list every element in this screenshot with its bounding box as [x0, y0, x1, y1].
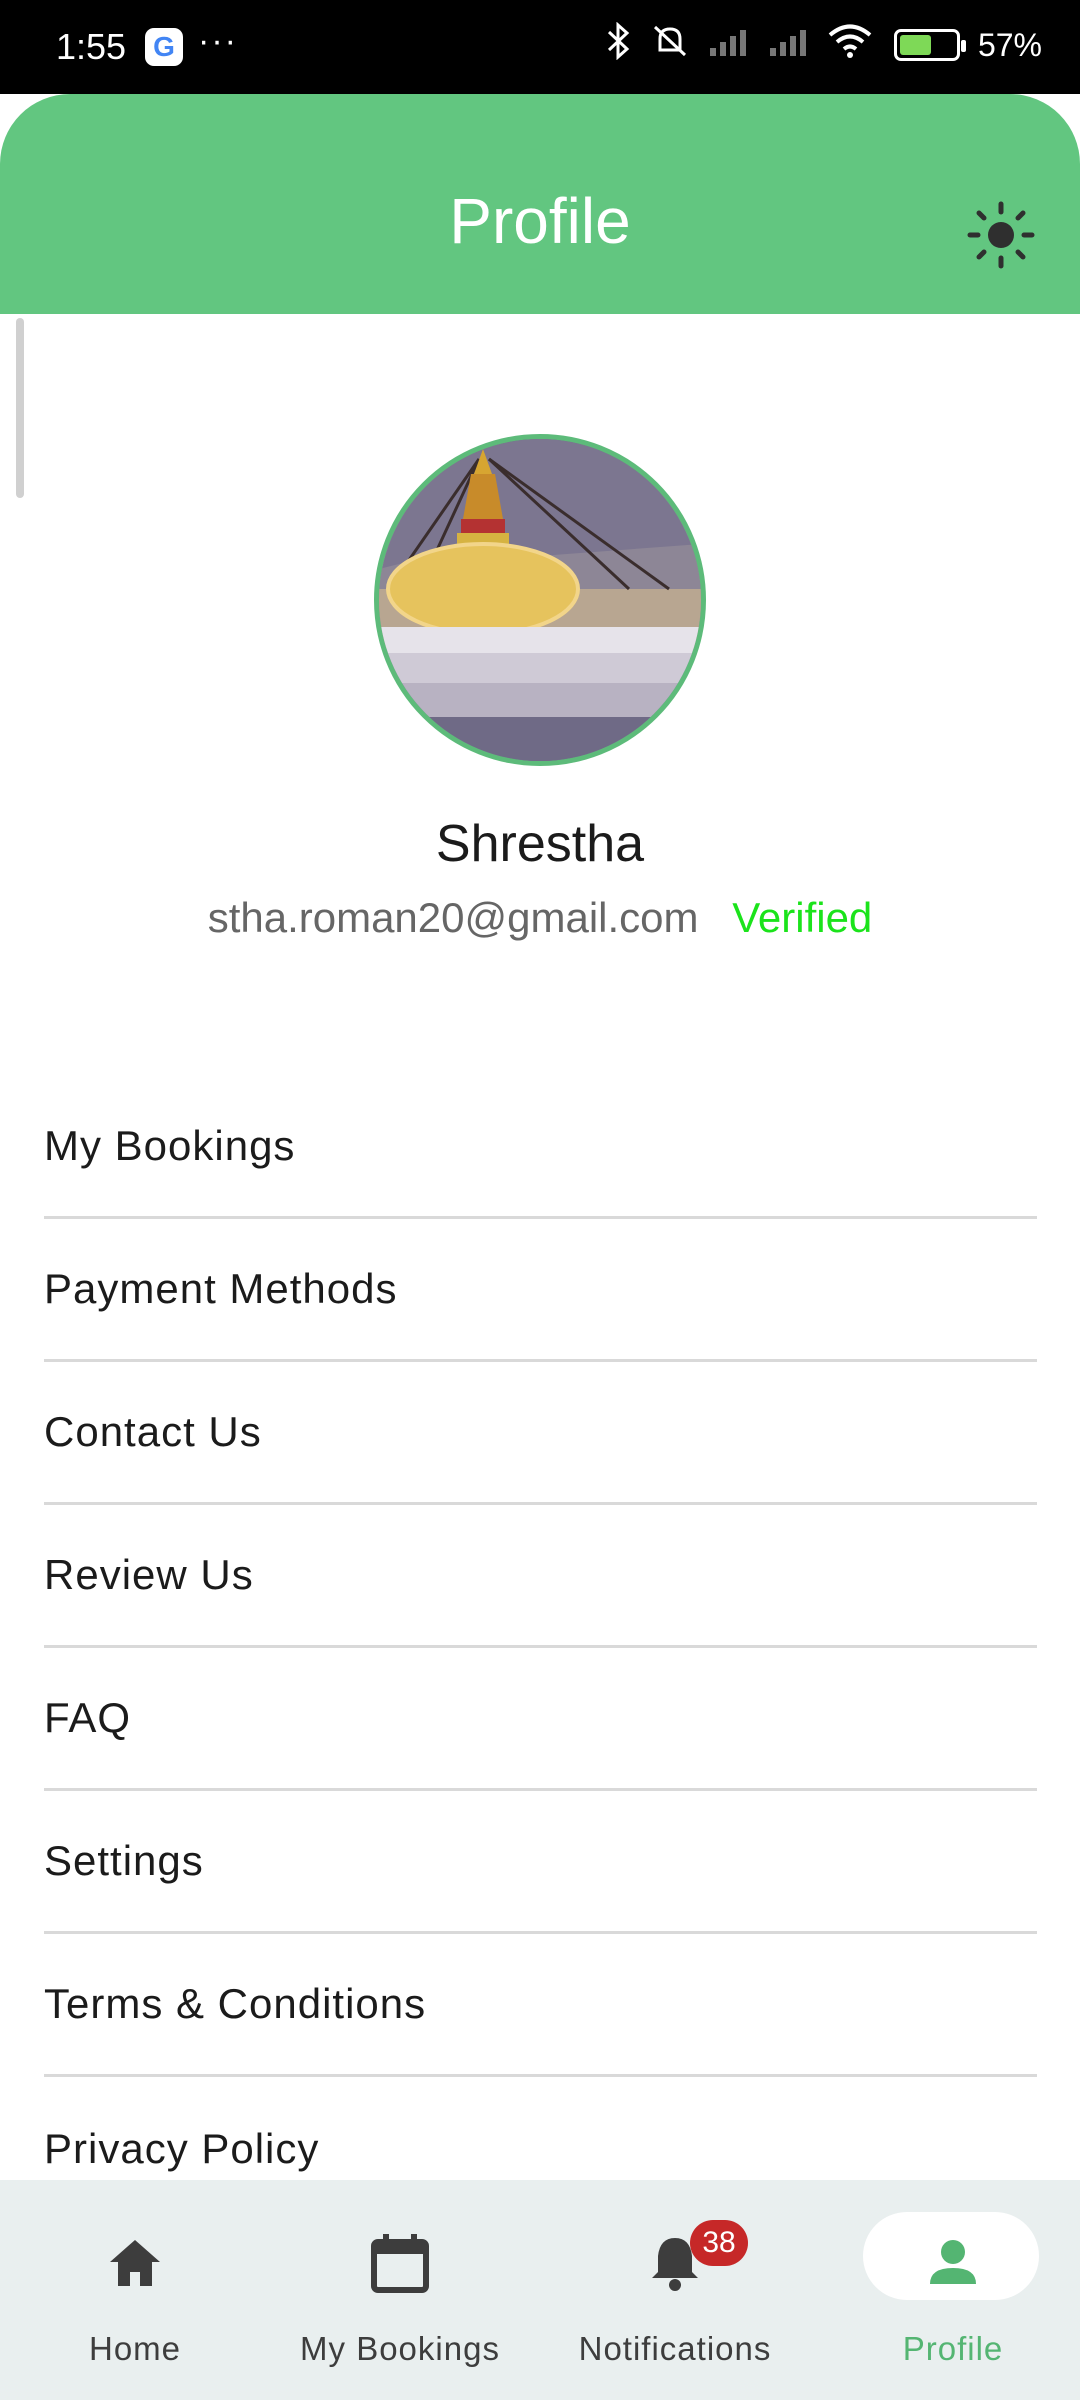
signal-icon-2	[768, 26, 810, 64]
bottom-navigation: Home My Bookings 38 Notifications Profil…	[0, 2180, 1080, 2400]
nav-home[interactable]: Home	[0, 2180, 270, 2400]
profile-content[interactable]: Shrestha stha.roman20@gmail.com Verified…	[0, 314, 1080, 2180]
battery-icon	[893, 29, 966, 61]
status-bar: 1:55 G ··· 57%	[0, 0, 1080, 94]
wifi-icon	[828, 24, 872, 66]
silent-bell-icon	[650, 22, 690, 68]
calendar-icon	[365, 2228, 435, 2298]
nav-profile[interactable]: Profile	[818, 2180, 1080, 2400]
profile-menu: My Bookings Payment Methods Contact Us R…	[44, 1076, 1037, 2180]
email-row: stha.roman20@gmail.com Verified	[0, 894, 1080, 942]
nav-home-label: Home	[88, 2330, 182, 2367]
app-header: Profile	[0, 94, 1080, 314]
avatar[interactable]	[374, 434, 706, 766]
battery-level	[899, 35, 931, 55]
menu-item-faq[interactable]: FAQ	[44, 1648, 1037, 1791]
menu-item-privacy-policy[interactable]: Privacy Policy	[44, 2077, 1037, 2180]
more-notifications-icon: ···	[198, 22, 238, 60]
bluetooth-icon	[606, 21, 632, 68]
menu-item-my-bookings[interactable]: My Bookings	[44, 1076, 1037, 1219]
menu-item-terms[interactable]: Terms & Conditions	[44, 1934, 1037, 2077]
scrollbar[interactable]	[16, 318, 24, 498]
menu-item-settings[interactable]: Settings	[44, 1791, 1037, 1934]
nav-notifications-label: Notifications	[578, 2330, 772, 2367]
nav-my-bookings[interactable]: My Bookings	[265, 2180, 535, 2400]
nav-my-bookings-label: My Bookings	[300, 2330, 500, 2367]
nav-notifications[interactable]: 38 Notifications	[540, 2180, 810, 2400]
status-time: 1:55	[56, 26, 127, 67]
google-icon: G	[145, 28, 183, 66]
menu-item-payment-methods[interactable]: Payment Methods	[44, 1219, 1037, 1362]
signal-icon	[708, 26, 750, 64]
home-icon	[100, 2228, 170, 2298]
sun-icon[interactable]	[966, 200, 1036, 270]
status-icons: 57%	[606, 21, 1042, 68]
page-title: Profile	[449, 185, 631, 257]
stupa-image	[379, 439, 701, 761]
person-icon	[918, 2228, 988, 2298]
verified-badge: Verified	[732, 894, 873, 941]
user-name: Shrestha	[435, 815, 645, 873]
user-email: stha.roman20@gmail.com	[207, 894, 699, 941]
menu-item-review-us[interactable]: Review Us	[44, 1505, 1037, 1648]
nav-profile-label: Profile	[902, 2330, 1004, 2367]
notification-badge: 38	[690, 2220, 748, 2266]
menu-item-contact-us[interactable]: Contact Us	[44, 1362, 1037, 1505]
battery-percent: 57%	[977, 26, 1042, 63]
